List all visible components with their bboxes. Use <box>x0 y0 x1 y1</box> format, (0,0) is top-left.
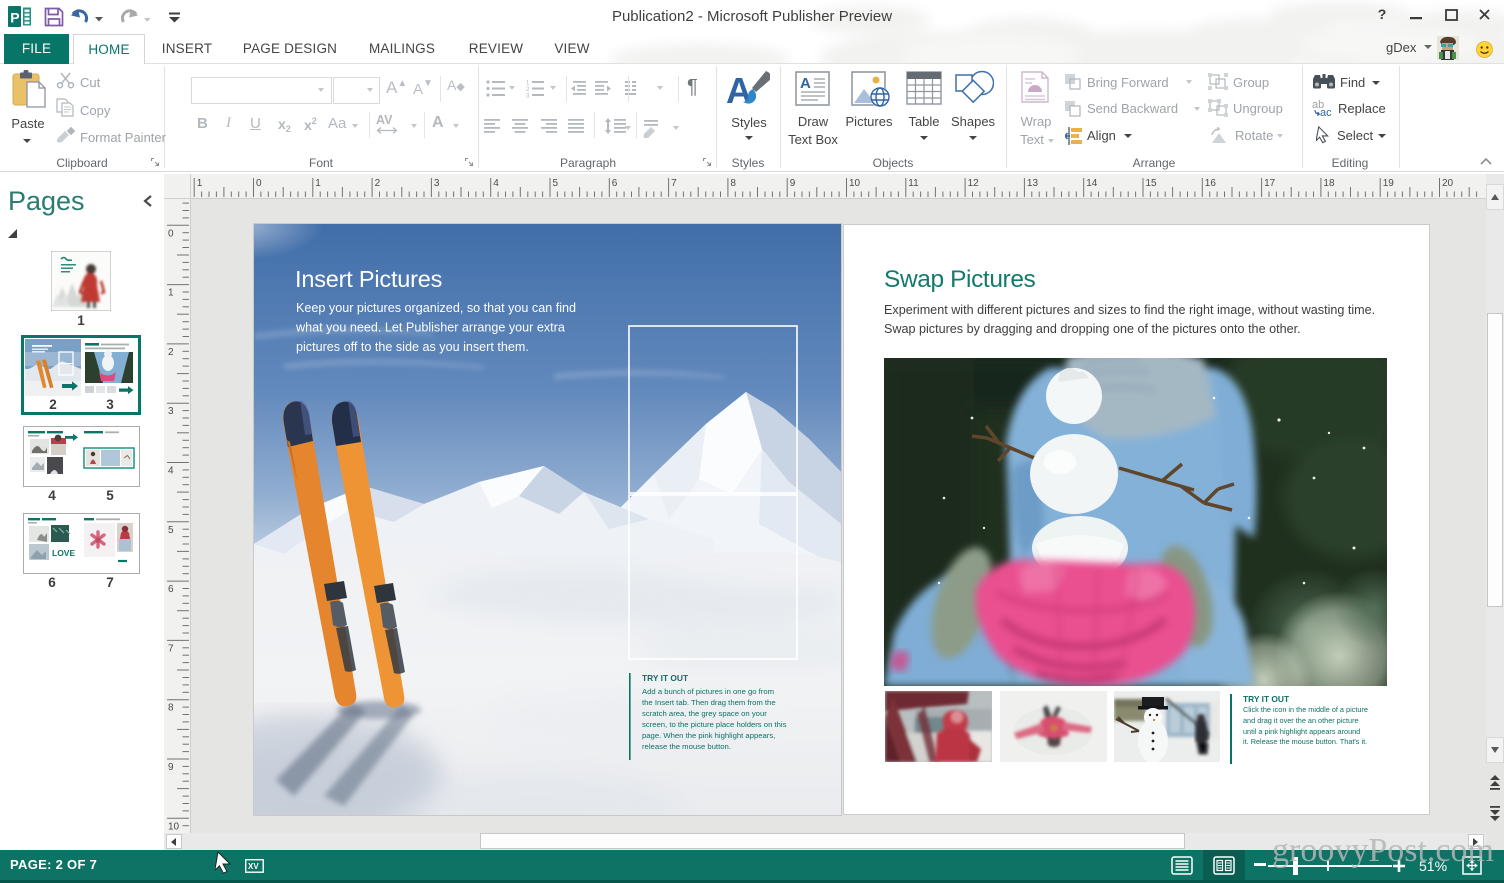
svg-text:8: 8 <box>168 703 174 714</box>
svg-text:13: 13 <box>1027 178 1039 189</box>
svg-text:10: 10 <box>849 178 861 189</box>
svg-text:LOVE: LOVE <box>52 548 75 558</box>
svg-text:7: 7 <box>168 643 174 654</box>
svg-text:12: 12 <box>968 178 980 189</box>
svg-text:4: 4 <box>168 466 174 477</box>
svg-text:pictures off to the side as yo: pictures off to the side as you insert t… <box>296 340 529 354</box>
svg-text:1: 1 <box>197 178 203 189</box>
svg-text:2: 2 <box>375 178 381 189</box>
svg-text:9: 9 <box>168 762 174 773</box>
svg-text:Add a bunch of pictures in one: Add a bunch of pictures in one go from <box>642 687 774 696</box>
svg-text:P: P <box>10 10 19 26</box>
svg-text:what you need. Let Publisher a: what you need. Let Publisher arrange you… <box>295 321 565 335</box>
svg-text:0: 0 <box>168 228 174 239</box>
svg-text:18: 18 <box>1323 178 1335 189</box>
svg-text:0: 0 <box>256 178 262 189</box>
svg-text:5: 5 <box>553 178 559 189</box>
svg-text:ac: ac <box>1320 107 1332 117</box>
svg-text:6: 6 <box>612 178 618 189</box>
svg-text:11: 11 <box>908 178 919 189</box>
svg-text:TRY IT OUT: TRY IT OUT <box>642 673 689 683</box>
svg-text:A: A <box>800 75 811 92</box>
svg-text:20: 20 <box>1442 178 1454 189</box>
svg-text:1: 1 <box>315 178 321 189</box>
svg-text:3: 3 <box>434 178 440 189</box>
svg-text:3: 3 <box>526 94 530 100</box>
svg-text:14: 14 <box>1086 178 1098 189</box>
svg-text:7: 7 <box>671 178 677 189</box>
svg-text:8: 8 <box>730 178 736 189</box>
svg-text:15: 15 <box>1146 178 1158 189</box>
svg-text:Keep your pictures organized,: Keep your pictures organized, so that yo… <box>296 301 576 315</box>
svg-text:screen, to the picture place h: screen, to the picture place holders on … <box>642 720 787 729</box>
svg-text:the Insert tab. Then drag them: the Insert tab. Then drag them from the <box>642 698 776 707</box>
svg-text:6: 6 <box>168 584 174 595</box>
svg-text:2: 2 <box>526 87 530 93</box>
svg-text:AV: AV <box>376 113 393 127</box>
svg-text:3: 3 <box>168 406 174 417</box>
svg-text:page. When the pink highlight: page. When the pink highlight appears, <box>642 731 775 740</box>
svg-text:5: 5 <box>168 525 174 536</box>
svg-text:9: 9 <box>790 178 796 189</box>
svg-text:17: 17 <box>1264 178 1276 189</box>
svg-text:scratch area, the grey space o: scratch area, the grey space on your <box>642 709 767 718</box>
svg-text:19: 19 <box>1383 178 1395 189</box>
svg-text:1: 1 <box>526 81 530 87</box>
svg-text:release the mouse button.: release the mouse button. <box>642 742 731 751</box>
svg-text:10: 10 <box>168 821 180 832</box>
svg-text:2: 2 <box>168 347 174 358</box>
svg-text:16: 16 <box>1205 178 1217 189</box>
svg-text:A: A <box>726 70 752 111</box>
svg-text:Insert Pictures: Insert Pictures <box>295 266 442 292</box>
svg-text:1: 1 <box>168 288 174 299</box>
svg-text:4: 4 <box>493 178 499 189</box>
svg-text:XV: XV <box>248 862 259 871</box>
